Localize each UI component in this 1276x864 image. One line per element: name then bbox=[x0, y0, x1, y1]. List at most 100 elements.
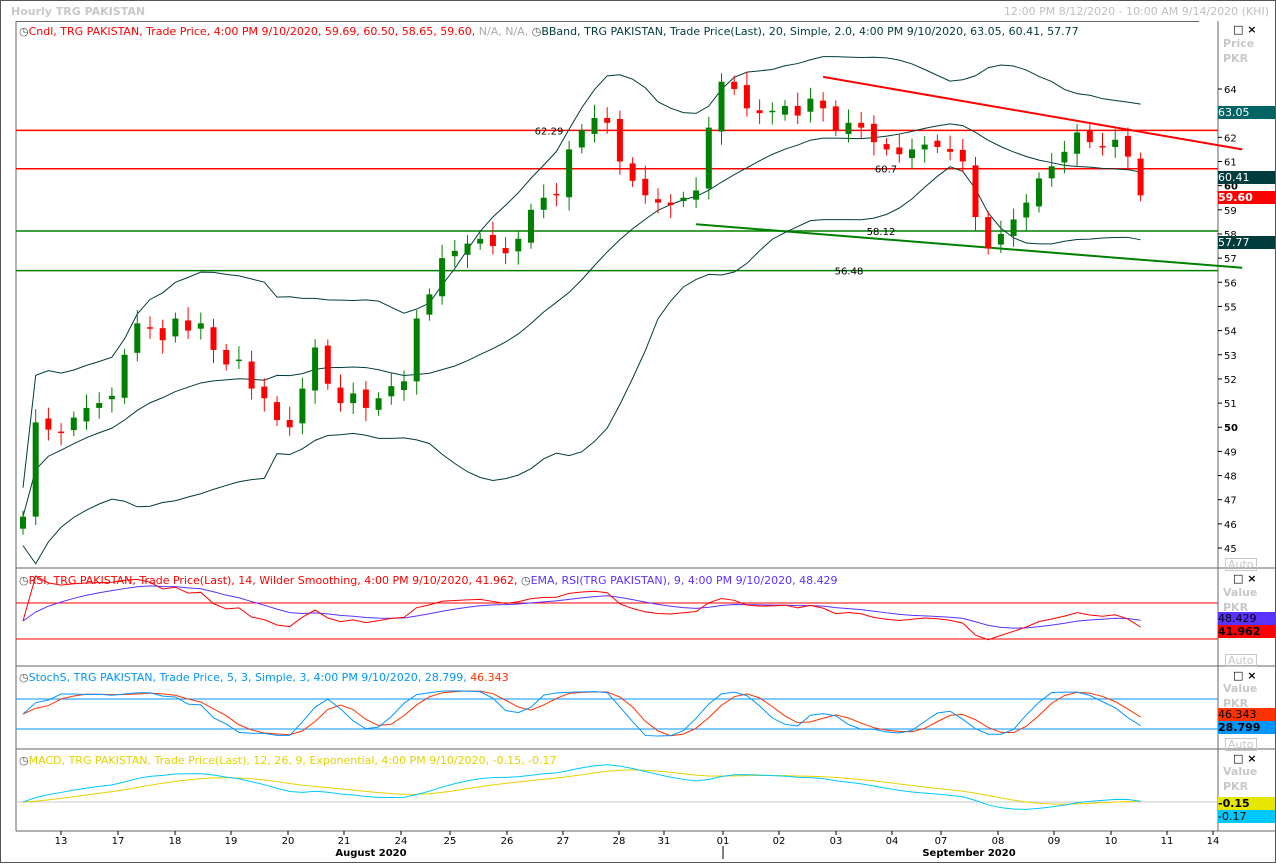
candle bbox=[667, 202, 674, 205]
price-tick-label: 45 bbox=[1224, 544, 1237, 555]
price-tick-label: 57 bbox=[1224, 254, 1237, 265]
x-tick-label: 02 bbox=[773, 836, 786, 847]
candle bbox=[655, 199, 661, 203]
x-tick-label: 11 bbox=[1161, 836, 1174, 847]
candle bbox=[185, 320, 192, 331]
x-tick-label: 07 bbox=[935, 836, 948, 847]
badge-stoch-d: 46.343 bbox=[1218, 708, 1275, 721]
candle bbox=[807, 98, 814, 112]
badge-rsi: 41.962 bbox=[1218, 625, 1275, 638]
maximize-close-stoch[interactable]: □ × bbox=[1233, 669, 1256, 682]
candle bbox=[629, 163, 636, 181]
x-tick-label: 25 bbox=[444, 836, 457, 847]
candle bbox=[756, 110, 763, 114]
candle bbox=[820, 100, 827, 109]
trend-line bbox=[822, 75, 1243, 151]
maximize-close-macd[interactable]: □ × bbox=[1233, 752, 1256, 765]
hline-label: 58.12 bbox=[867, 227, 896, 238]
candle bbox=[566, 149, 573, 198]
candle bbox=[401, 381, 407, 391]
auto-button[interactable]: Auto bbox=[1225, 558, 1257, 571]
month-label: September 2020 bbox=[922, 848, 1015, 859]
candle bbox=[299, 388, 306, 424]
x-tick-label: 31 bbox=[658, 836, 671, 847]
candle bbox=[591, 117, 598, 134]
auto-button[interactable]: Auto bbox=[1225, 738, 1257, 751]
x-tick-label: 04 bbox=[886, 836, 899, 847]
rsi-line bbox=[22, 575, 1141, 641]
candle bbox=[718, 81, 725, 132]
x-tick-label: 14 bbox=[1207, 836, 1220, 847]
candle bbox=[362, 389, 369, 408]
candle bbox=[235, 359, 242, 362]
candle bbox=[832, 106, 839, 131]
value-unit: PKR bbox=[1223, 780, 1249, 793]
badge-macd: -0.17 bbox=[1218, 810, 1275, 823]
badge-last-price: 59.60 bbox=[1218, 191, 1275, 204]
x-tick-label: 13 bbox=[55, 836, 68, 847]
x-tick-label: 03 bbox=[830, 836, 843, 847]
x-tick-label: 27 bbox=[557, 836, 570, 847]
candle bbox=[883, 144, 890, 150]
candle bbox=[845, 122, 852, 134]
candle bbox=[1112, 139, 1119, 147]
candle bbox=[83, 407, 90, 422]
candle bbox=[1036, 178, 1042, 207]
candle bbox=[32, 422, 39, 517]
candle bbox=[413, 318, 420, 382]
auto-button[interactable]: Auto bbox=[1225, 654, 1257, 667]
chart-window: Hourly TRG PAKISTAN 12:00 PM 8/12/2020 -… bbox=[0, 0, 1276, 863]
candle bbox=[985, 217, 992, 249]
candle bbox=[261, 386, 268, 399]
candle bbox=[731, 81, 738, 89]
x-tick-label: 10 bbox=[1105, 836, 1118, 847]
candle bbox=[121, 354, 128, 398]
candle bbox=[616, 118, 623, 162]
bband-upper bbox=[22, 56, 1141, 488]
candle bbox=[769, 110, 776, 113]
price-tick-label: 59 bbox=[1224, 206, 1237, 217]
price-tick-label: 61 bbox=[1224, 157, 1237, 168]
candle bbox=[134, 323, 141, 353]
price-tick-label: 49 bbox=[1224, 447, 1237, 458]
price-tick-label: 50 bbox=[1224, 423, 1238, 434]
price-tick-label: 51 bbox=[1224, 399, 1237, 410]
badge-bb-lower: 57.77 bbox=[1218, 236, 1275, 249]
candle bbox=[680, 197, 687, 202]
candle bbox=[439, 258, 446, 297]
bband-lower bbox=[22, 166, 1141, 565]
candle bbox=[1061, 151, 1068, 163]
price-tick-label: 52 bbox=[1224, 375, 1237, 386]
candle bbox=[858, 122, 865, 128]
x-tick-label: 28 bbox=[613, 836, 626, 847]
candle bbox=[921, 144, 928, 150]
maximize-close-rsi[interactable]: □ × bbox=[1233, 572, 1256, 585]
badge-bb-mid: 60.41 bbox=[1218, 171, 1275, 184]
candle bbox=[1099, 146, 1106, 148]
price-tick-label: 64 bbox=[1224, 85, 1237, 96]
candle bbox=[375, 398, 382, 410]
candle bbox=[324, 345, 331, 384]
candle bbox=[540, 197, 547, 210]
candle bbox=[909, 149, 915, 159]
candle bbox=[210, 327, 217, 350]
candle bbox=[147, 327, 153, 329]
candle bbox=[489, 234, 496, 247]
price-tick-label: 47 bbox=[1224, 496, 1237, 507]
candle bbox=[1023, 202, 1030, 218]
maximize-close-main[interactable]: □ × bbox=[1233, 23, 1256, 36]
candle bbox=[274, 402, 280, 420]
candle bbox=[58, 431, 65, 434]
candle bbox=[782, 105, 788, 115]
price-tick-label: 62 bbox=[1224, 133, 1237, 144]
price-axis-unit: PKR bbox=[1223, 52, 1249, 65]
month-label: August 2020 bbox=[335, 848, 406, 859]
candle bbox=[159, 328, 166, 341]
candle bbox=[934, 140, 941, 147]
macd-line bbox=[22, 764, 1141, 810]
candle bbox=[1124, 135, 1131, 157]
chart-canvas[interactable]: 4546474849505152535455565758596061626364… bbox=[1, 1, 1276, 864]
badge-bb-upper: 63.05 bbox=[1218, 106, 1275, 119]
value-title: Value bbox=[1223, 765, 1258, 778]
candle bbox=[528, 209, 534, 243]
